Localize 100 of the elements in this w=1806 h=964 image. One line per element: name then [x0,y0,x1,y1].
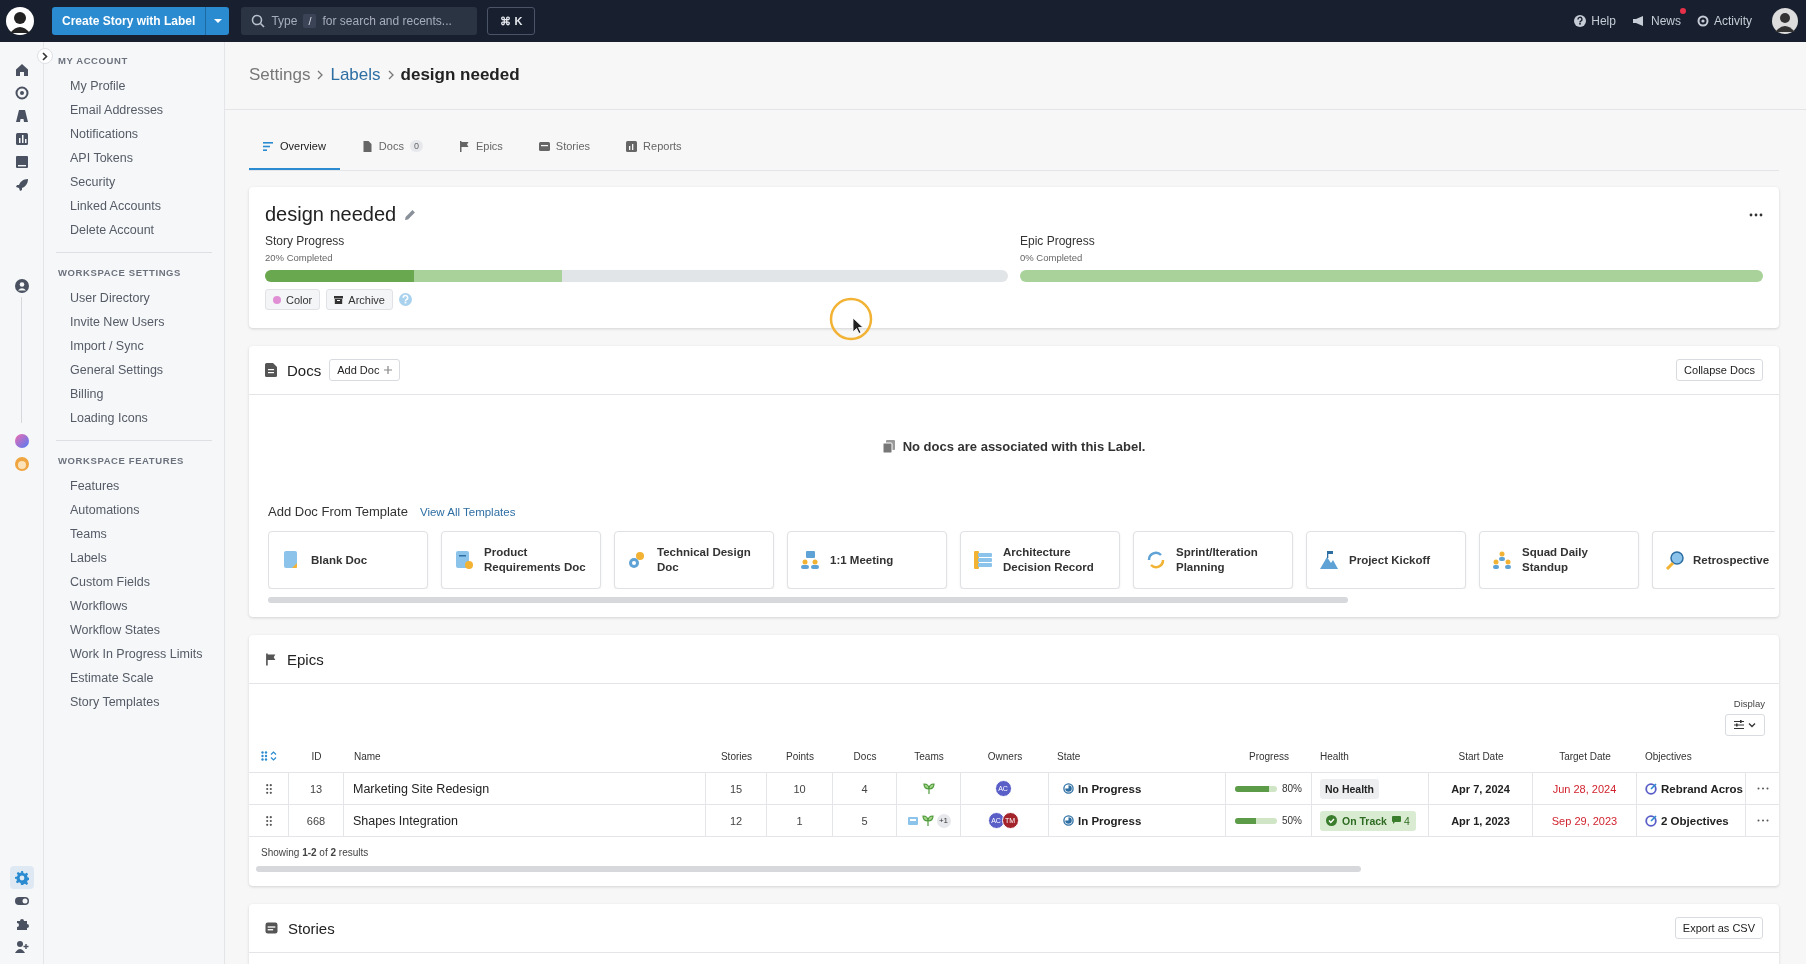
state-label: In Progress [1078,782,1142,795]
sidebar-item[interactable]: Linked Accounts [56,194,212,218]
column-header[interactable]: Docs [833,740,897,772]
sidebar-item[interactable]: Billing [56,382,212,406]
sidebar-item[interactable]: Labels [56,546,212,570]
column-header[interactable]: Health [1312,740,1429,772]
epic-name[interactable]: Marketing Site Redesign [344,773,706,804]
profile-avatar[interactable] [1772,8,1798,34]
stories-icon [538,140,550,152]
sidebar-item[interactable]: Notifications [56,122,212,146]
column-header[interactable]: Name [344,740,706,772]
sidebar-item[interactable]: Workflow States [56,618,212,642]
sidebar-item[interactable]: Automations [56,498,212,522]
template-card[interactable]: Squad Daily Standup [1479,531,1639,589]
search-field[interactable]: Type / for search and recents... [241,7,478,35]
epic-name[interactable]: Shapes Integration [344,805,706,836]
column-header[interactable]: Owners [961,740,1049,772]
column-header[interactable]: Points [767,740,833,772]
sidebar-item[interactable]: Work In Progress Limits [56,642,212,666]
template-card[interactable]: Retrospective [1652,531,1775,589]
sidebar-item[interactable]: Invite New Users [56,310,212,334]
plus-icon [384,366,393,374]
column-header[interactable]: Target Date [1533,740,1637,772]
health-badge[interactable]: On Track 4 [1320,810,1416,831]
add-doc-button[interactable]: Add Doc [329,359,401,381]
sidebar-item[interactable]: Estimate Scale [56,666,212,690]
collapse-docs-button[interactable]: Collapse Docs [1676,359,1763,381]
scrollbar-thumb[interactable] [256,866,1361,872]
column-header[interactable]: Objectives [1637,740,1746,772]
health-label: On Track [1342,814,1387,827]
sidebar-item[interactable]: API Tokens [56,146,212,170]
section-heading: WORKSPACE FEATURES [58,455,186,466]
scrollbar-thumb[interactable] [268,597,1348,603]
shortcut-button[interactable]: ⌘ K [487,7,536,35]
sidebar-item[interactable]: Import / Sync [56,334,212,358]
template-card[interactable]: Technical Design Doc [614,531,774,589]
column-header[interactable]: Teams [897,740,961,772]
template-card[interactable]: Sprint/Iteration Planning [1133,531,1293,589]
sidebar-item[interactable]: Story Templates [56,690,212,714]
sidebar-item[interactable]: Features [56,474,212,498]
tab[interactable]: Overview [249,126,340,170]
tab[interactable]: Reports [612,126,696,170]
topbar-link[interactable]: Activity [1697,14,1752,28]
sidebar-item[interactable]: My Profile [56,74,212,98]
template-card[interactable]: Architecture Decision Record [960,531,1120,589]
breadcrumb-link[interactable]: Labels [330,64,381,85]
template-card[interactable]: Project Kickoff [1306,531,1466,589]
pencil-icon[interactable] [404,208,417,221]
objective-label[interactable]: 2 Objectives [1661,814,1729,827]
template-card[interactable]: Product Requirements Doc [441,531,601,589]
column-header[interactable]: Start Date [1429,740,1533,772]
progress-reading: 0% Completed [1020,252,1084,263]
more-icon[interactable] [1756,819,1769,822]
topbar-link[interactable]: News [1631,14,1681,28]
sidebar-item[interactable]: Email Addresses [56,98,212,122]
label-action-button[interactable]: Color [265,289,321,310]
drag-handle-icon[interactable] [265,815,272,826]
label-action-button[interactable]: Archive [326,289,393,310]
tab[interactable]: Stories [524,126,605,170]
breadcrumb-link[interactable]: Settings [249,64,311,85]
column-header[interactable]: Stories [706,740,767,772]
objective-label[interactable]: Rebrand Acros [1661,782,1743,795]
column-header[interactable]: ID [289,740,344,772]
sidebar-item[interactable]: General Settings [56,358,212,382]
template-card[interactable]: 1:1 Meeting [787,531,947,589]
more-icon[interactable] [1756,787,1769,790]
comment-icon [1391,816,1401,825]
more-icon[interactable] [1749,212,1763,217]
in-progress-icon [1063,815,1074,826]
view-templates-link[interactable]: View All Templates [419,505,516,518]
drag-handle-icon[interactable] [265,783,272,794]
retro-template-icon [1665,550,1685,570]
sidebar-item[interactable]: Workflows [56,594,212,618]
sidebar-item[interactable]: Teams [56,522,212,546]
drag-handle-icon[interactable] [261,751,277,761]
collapse-sidebar-button[interactable] [37,48,53,64]
results-summary: Showing 1-2 of 2 results [260,846,370,858]
chart-icon [626,140,638,152]
health-badge[interactable]: No Health [1320,778,1379,799]
display-button[interactable] [1725,714,1765,736]
column-header[interactable]: State [1049,740,1226,772]
table-cell: 1 [767,805,833,836]
user-avatar[interactable] [6,7,34,35]
sidebar-item[interactable]: Custom Fields [56,570,212,594]
create-dropdown-button[interactable] [205,7,230,35]
tab[interactable]: Docs 0 [347,126,437,170]
sidebar-item[interactable]: Security [56,170,212,194]
column-header[interactable]: Progress [1226,740,1312,772]
template-card[interactable]: Blank Doc [268,531,428,589]
tab[interactable]: Epics [444,126,517,170]
search-input[interactable]: for search and recents... [322,14,453,28]
sidebar-item[interactable]: Delete Account [56,218,212,242]
create-story-button[interactable]: Create Story with Label [52,7,206,35]
topbar-link[interactable]: Help [1574,14,1616,28]
activity-icon [1697,15,1709,27]
display-label: Display [1733,698,1765,709]
sidebar-item[interactable]: Loading Icons [56,406,212,430]
export-csv-button[interactable]: Export as CSV [1674,917,1763,939]
sidebar-item[interactable]: User Directory [56,286,212,310]
rail-gear-icon[interactable] [9,866,34,889]
